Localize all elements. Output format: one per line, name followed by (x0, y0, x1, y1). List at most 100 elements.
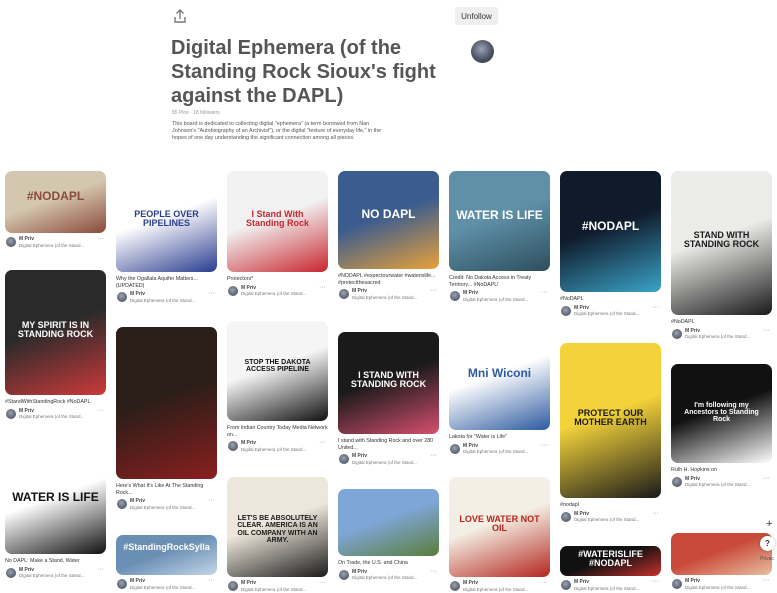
avatar[interactable] (117, 499, 127, 509)
avatar[interactable] (228, 441, 238, 451)
pin-image[interactable] (671, 533, 772, 575)
board-name[interactable]: Digital Ephemera (of the Stand... (685, 334, 750, 339)
avatar[interactable] (561, 511, 571, 522)
avatar[interactable] (6, 237, 16, 247)
avatar[interactable] (672, 476, 682, 487)
pin-title[interactable]: Protectors* (227, 276, 328, 283)
help-button[interactable]: ? (760, 536, 775, 551)
board-name[interactable]: Digital Ephemera (of the Stand... (574, 586, 639, 591)
board-name[interactable]: Digital Ephemera (of the Stand... (352, 295, 417, 300)
pin-attribution[interactable]: M Priv Digital Ephemera (of the Stand... ·… (671, 327, 772, 341)
more-options-icon[interactable]: ··· (652, 578, 659, 585)
pin-attribution[interactable]: M Priv Digital Ephemera (of the Stand... ·… (5, 235, 106, 249)
pin-title[interactable]: Lakota for "Water is Life" (449, 434, 550, 441)
board-name[interactable]: Digital Ephemera (of the Stand... (352, 575, 417, 580)
plus-icon[interactable]: + (766, 518, 772, 530)
pin-title[interactable]: No DAPL: Make a Stand, Water (5, 558, 106, 565)
board-name[interactable]: Digital Ephemera (of the Stand... (685, 585, 750, 590)
board-name[interactable]: Digital Ephemera (of the Stand... (19, 243, 84, 248)
pin-title[interactable]: #NODAPL #expectourwater #waterislife... … (338, 273, 439, 286)
pin-attribution[interactable]: M Priv Digital Ephemera (of the Stand... ·… (227, 579, 328, 593)
pin-attribution[interactable]: M Priv Digital Ephemera (of the Stand... ·… (449, 442, 550, 456)
pin-title[interactable]: Here's What It's Like At The Standing Ro… (116, 483, 217, 496)
pin-image[interactable]: MY SPIRIT IS IN STANDING ROCK (5, 270, 106, 395)
pin-title[interactable]: From Indian Country Today Media Network … (227, 425, 328, 438)
board-name[interactable]: Digital Ephemera (of the Stand... (130, 585, 195, 590)
more-options-icon[interactable]: ··· (541, 442, 548, 449)
privacy-link[interactable]: Privac (760, 556, 774, 562)
pin-attribution[interactable]: M Priv Digital Ephemera (of the Stand... ·… (227, 284, 328, 298)
pin-image[interactable]: #WATERISLIFE #NODAPL (560, 546, 661, 576)
pin-image[interactable] (116, 327, 217, 479)
pin-image[interactable]: #StandingRockSylla (116, 535, 217, 575)
unfollow-button[interactable]: Unfollow (455, 7, 498, 25)
board-name[interactable]: Digital Ephemera (of the Stand... (463, 297, 528, 302)
pin-image[interactable]: PROTECT OUR MOTHER EARTH (560, 343, 661, 498)
more-options-icon[interactable]: ··· (208, 290, 215, 297)
pin-attribution[interactable]: M Priv Digital Ephemera (of the Stand... ·… (560, 510, 661, 524)
avatar[interactable] (450, 443, 460, 454)
pin-attribution[interactable]: M Priv Digital Ephemera (of the Stand... ·… (449, 289, 550, 303)
board-name[interactable]: Digital Ephemera (of the Stand... (241, 447, 306, 452)
pin-title[interactable]: #NoDAPL (560, 296, 661, 303)
pin-image[interactable]: #NODAPL (5, 171, 106, 233)
pin-attribution[interactable]: M Priv Digital Ephemera (of the Stand... ·… (338, 568, 439, 582)
more-options-icon[interactable]: ··· (97, 407, 104, 414)
more-options-icon[interactable]: ··· (319, 439, 326, 446)
pin-title[interactable]: #NoDAPL (671, 319, 772, 326)
board-name[interactable]: Digital Ephemera (of the Stand... (19, 414, 84, 419)
pin-image[interactable] (338, 489, 439, 556)
more-options-icon[interactable]: ··· (763, 327, 770, 334)
more-options-icon[interactable]: ··· (652, 304, 659, 311)
pin-attribution[interactable]: M Priv Digital Ephemera (of the Stand... ·… (116, 497, 217, 511)
more-options-icon[interactable]: ··· (763, 577, 770, 584)
more-options-icon[interactable]: ··· (430, 568, 437, 575)
pin-title[interactable]: Why the Ogallala Aquifer Matters...(UPDA… (116, 276, 217, 289)
pin-attribution[interactable]: M Priv Digital Ephemera (of the Stand... ·… (227, 439, 328, 453)
board-name[interactable]: Digital Ephemera (of the Stand... (574, 517, 639, 522)
avatar[interactable] (561, 305, 571, 316)
board-name[interactable]: Digital Ephemera (of the Stand... (574, 311, 639, 316)
avatar[interactable] (228, 285, 238, 296)
avatar[interactable] (339, 454, 349, 464)
pin-image[interactable]: NO DAPL (338, 171, 439, 269)
board-name[interactable]: Digital Ephemera (of the Stand... (352, 460, 417, 465)
pin-attribution[interactable]: M Priv Digital Ephemera (of the Stand... ·… (560, 304, 661, 318)
pin-image[interactable]: WATER IS LIFE (5, 451, 106, 554)
pin-attribution[interactable]: M Priv Digital Ephemera (of the Stand... ·… (449, 579, 550, 593)
board-name[interactable]: Digital Ephemera (of the Stand... (463, 587, 528, 592)
pin-title[interactable]: #StandWithStandingRock #NoDAPL (5, 399, 106, 406)
avatar[interactable] (672, 328, 682, 339)
avatar[interactable] (228, 581, 238, 591)
pin-attribution[interactable]: M Priv Digital Ephemera (of the Stand... ·… (5, 566, 106, 580)
board-name[interactable]: Digital Ephemera (of the Stand... (463, 449, 528, 454)
pin-attribution[interactable]: M Priv Digital Ephemera (of the Stand... ·… (560, 578, 661, 592)
avatar[interactable] (339, 569, 349, 580)
pin-attribution[interactable]: M Priv Digital Ephemera (of the Stand... ·… (671, 577, 772, 591)
avatar[interactable] (117, 579, 127, 589)
avatar[interactable] (339, 289, 349, 299)
board-name[interactable]: Digital Ephemera (of the Stand... (130, 298, 195, 303)
board-name[interactable]: Digital Ephemera (of the Stand... (19, 573, 84, 578)
pin-image[interactable]: I Stand With Standing Rock (227, 171, 328, 272)
pin-image[interactable]: LOVE WATER NOT OIL (449, 477, 550, 577)
avatar[interactable] (117, 292, 127, 302)
pin-attribution[interactable]: M Priv Digital Ephemera (of the Stand... ·… (116, 290, 217, 304)
pin-image[interactable]: STOP THE DAKOTA ACCESS PIPELINE (227, 321, 328, 421)
pin-image[interactable]: PEOPLE OVER PIPELINES (116, 171, 217, 272)
pin-title[interactable]: On Trade, the U.S. and China (338, 560, 439, 567)
pin-attribution[interactable]: M Priv Digital Ephemera (of the Stand... ·… (671, 475, 772, 489)
pin-image[interactable]: WATER IS LIFE (449, 171, 550, 271)
pin-image[interactable]: I'm following my Ancestors to Standing R… (671, 364, 772, 463)
pin-title[interactable]: Ruth H. Hopkins on (671, 467, 772, 474)
pin-image[interactable]: STAND WITH STANDING ROCK (671, 171, 772, 315)
avatar[interactable] (450, 581, 460, 591)
more-options-icon[interactable]: ··· (541, 289, 548, 296)
avatar[interactable] (6, 408, 16, 419)
pin-image[interactable]: Mni Wiconi (449, 328, 550, 430)
more-options-icon[interactable]: ··· (541, 579, 548, 586)
more-options-icon[interactable]: ··· (319, 284, 326, 291)
owner-avatar[interactable] (471, 40, 494, 63)
pin-attribution[interactable]: M Priv Digital Ephemera (of the Stand... ·… (116, 577, 217, 591)
pin-image[interactable]: #NODAPL (560, 171, 661, 292)
